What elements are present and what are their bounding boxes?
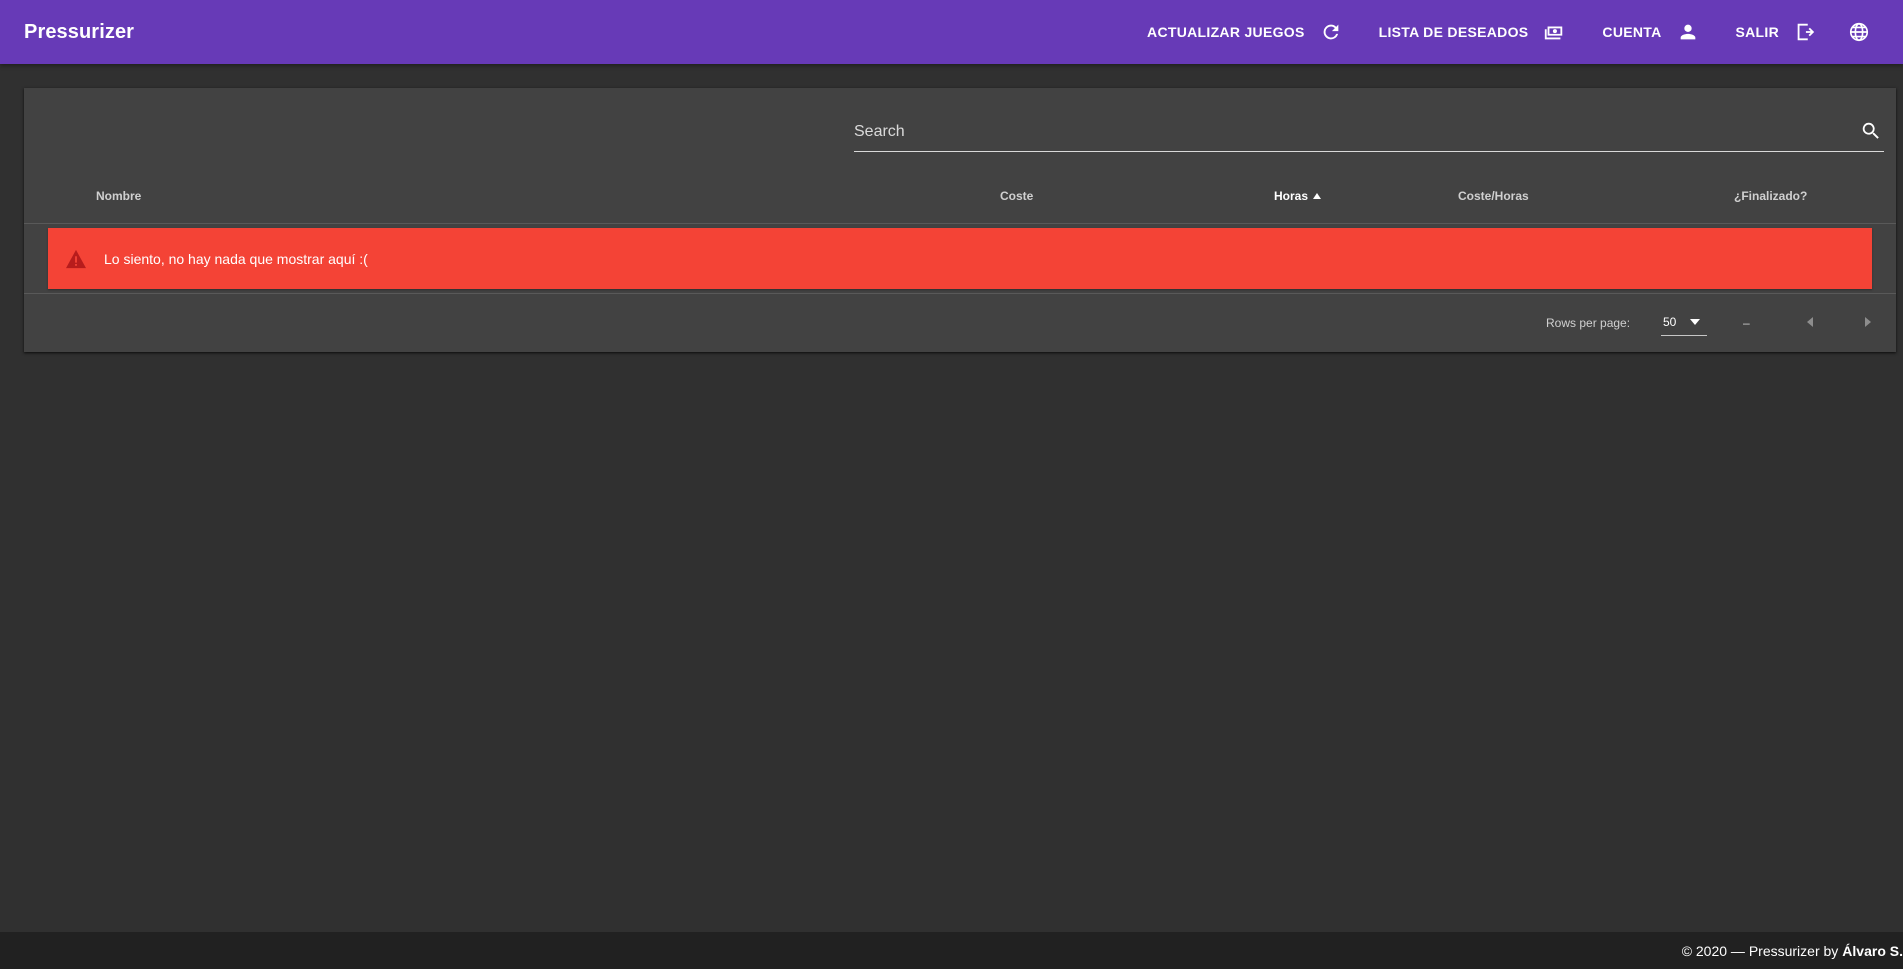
rows-per-page-value: 50 <box>1663 314 1677 329</box>
refresh-icon <box>1319 20 1343 44</box>
empty-state-alert: Lo siento, no hay nada que mostrar aquí … <box>48 228 1872 289</box>
empty-state-message: Lo siento, no hay nada que mostrar aquí … <box>104 250 368 267</box>
logout-button[interactable]: SALIR <box>1724 0 1830 64</box>
chevron-right-icon <box>1865 317 1871 327</box>
next-page-button[interactable] <box>1852 306 1884 338</box>
table-pagination: Rows per page: 50 – <box>24 294 1896 351</box>
money-icon <box>1542 20 1566 44</box>
footer-text: © 2020 — Pressurizer by <box>1681 942 1839 959</box>
column-label: ¿Finalizado? <box>1734 189 1808 203</box>
globe-icon <box>1848 21 1870 43</box>
rows-per-page-select[interactable]: 50 <box>1661 308 1707 336</box>
warning-icon <box>64 247 88 271</box>
column-label: Coste/Horas <box>1458 189 1529 203</box>
games-table: Nombre Coste Horas Coste/Horas ¿Finaliza… <box>24 88 1896 352</box>
previous-page-button[interactable] <box>1794 306 1826 338</box>
search-input[interactable] <box>854 114 1834 150</box>
account-icon <box>1676 20 1700 44</box>
column-header-coste-horas[interactable]: Coste/Horas <box>1458 168 1529 224</box>
app-bar: Pressurizer ACTUALIZAR JUEGOS LISTA DE D… <box>0 0 1903 64</box>
refresh-games-button[interactable]: ACTUALIZAR JUEGOS <box>1135 0 1355 64</box>
app-title[interactable]: Pressurizer <box>24 21 134 44</box>
footer-author: Álvaro S. <box>1842 942 1903 959</box>
table-header: Nombre Coste Horas Coste/Horas ¿Finaliza… <box>24 168 1896 224</box>
logout-label: SALIR <box>1735 24 1779 40</box>
language-button[interactable] <box>1839 12 1879 52</box>
column-header-coste[interactable]: Coste <box>1000 168 1033 224</box>
column-header-horas[interactable]: Horas <box>1274 168 1322 224</box>
rows-per-page-label: Rows per page: <box>1546 315 1631 330</box>
table-toolbar <box>24 88 1896 168</box>
refresh-games-label: ACTUALIZAR JUEGOS <box>1147 24 1305 40</box>
logout-icon <box>1793 20 1817 44</box>
column-header-finalizado[interactable]: ¿Finalizado? <box>1734 168 1807 224</box>
site-footer: © 2020 — Pressurizer by Álvaro S. <box>0 932 1903 969</box>
search-icon[interactable] <box>1860 120 1884 144</box>
column-label: Coste <box>1000 189 1034 203</box>
account-button[interactable]: CUENTA <box>1590 0 1711 64</box>
caret-down-icon <box>1688 315 1702 329</box>
app-actions: ACTUALIZAR JUEGOS LISTA DE DESEADOS CUEN… <box>1123 0 1879 64</box>
column-header-nombre[interactable]: Nombre <box>96 168 141 224</box>
sort-ascending-icon <box>1312 191 1322 201</box>
column-label: Nombre <box>96 189 142 203</box>
account-label: CUENTA <box>1602 24 1662 40</box>
page-range: – <box>1743 315 1750 330</box>
column-label: Horas <box>1274 189 1309 203</box>
chevron-left-icon <box>1807 317 1813 327</box>
wishlist-button[interactable]: LISTA DE DESEADOS <box>1367 0 1579 64</box>
search-field <box>854 114 1884 152</box>
wishlist-label: LISTA DE DESEADOS <box>1378 24 1529 40</box>
table-body: Lo siento, no hay nada que mostrar aquí … <box>24 224 1896 294</box>
